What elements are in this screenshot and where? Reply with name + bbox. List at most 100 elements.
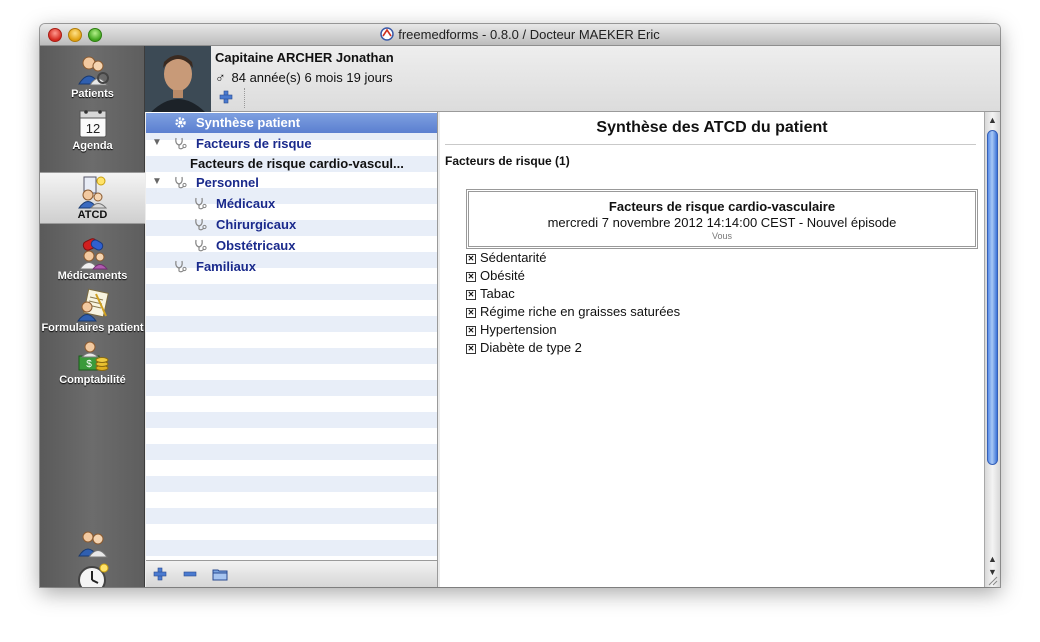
risk-factor-label: Sédentarité <box>480 250 547 265</box>
user-switch-button[interactable] <box>40 526 145 562</box>
window-title-container: freemedforms - 0.8.0 / Docteur MAEKER Er… <box>40 27 1000 42</box>
plus-icon <box>153 567 167 581</box>
patient-header: Capitaine ARCHER Jonathan ♂ 84 année(s) 6… <box>145 46 1000 112</box>
tree-row-label: Familiaux <box>196 259 256 274</box>
patients-icon <box>78 56 109 86</box>
stethoscope-icon <box>173 259 188 274</box>
summary-title: Synthèse des ATCD du patient <box>596 119 828 136</box>
summary-view: Synthèse des ATCD du patient Facteurs de… <box>440 112 984 587</box>
title-divider <box>445 144 976 145</box>
episode-user: Vous <box>711 231 733 241</box>
tree-row-surgical[interactable]: Chirurgicaux <box>146 215 437 235</box>
atcd-icon <box>78 176 108 209</box>
clock-icon <box>78 563 109 587</box>
expanded-triangle-icon[interactable]: ▼ <box>152 176 162 187</box>
tree-row-label: Médicaux <box>216 196 276 211</box>
title-bar[interactable]: freemedforms - 0.8.0 / Docteur MAEKER Er… <box>40 24 1000 46</box>
tree-row-label: Synthèse patient <box>196 115 301 130</box>
tree-toolbar <box>146 560 438 587</box>
plus-icon <box>219 90 233 104</box>
scroll-up-arrow-icon[interactable]: ▲ <box>988 115 997 125</box>
tree-row-medical[interactable]: Médicaux <box>146 194 437 214</box>
risk-factor-label: Diabète de type 2 <box>480 340 582 355</box>
tree-row-label: Facteurs de risque <box>196 136 312 151</box>
risk-factor-item: ✕ Régime riche en graisses saturées <box>466 304 680 322</box>
risk-factor-label: Hypertension <box>480 322 557 337</box>
accounting-icon: $ <box>78 341 109 371</box>
nav-patients[interactable]: Patients <box>40 50 145 102</box>
stethoscope-icon <box>193 238 208 253</box>
checked-box-icon: ✕ <box>466 344 476 354</box>
tree-row-label: Obstétricaux <box>216 238 296 253</box>
risk-factor-item: ✕ Tabac <box>466 286 680 304</box>
nav-patients-label: Patients <box>71 88 114 100</box>
freemedforms-app-icon <box>380 27 394 41</box>
gear-icon <box>173 115 188 130</box>
tree-row-label: Chirurgicaux <box>216 217 297 232</box>
risk-factor-label: Régime riche en graisses saturées <box>480 304 681 319</box>
section-heading: Facteurs de risque (1) <box>445 154 570 168</box>
app-window: freemedforms - 0.8.0 / Docteur MAEKER Er… <box>40 24 1000 587</box>
nav-agenda[interactable]: 12 Agenda <box>40 102 145 154</box>
add-identity-button[interactable] <box>219 90 233 104</box>
folder-icon <box>212 569 228 581</box>
patient-age: 84 année(s) 6 mois 19 jours <box>231 70 393 85</box>
window-title: freemedforms - 0.8.0 / Docteur MAEKER Er… <box>398 27 660 42</box>
nav-atcd[interactable]: ATCD <box>40 172 145 224</box>
patient-age-row: ♂ 84 année(s) 6 mois 19 jours <box>215 69 393 85</box>
checked-box-icon: ✕ <box>466 290 476 300</box>
male-gender-icon: ♂ <box>215 69 226 85</box>
nav-accounting[interactable]: $ Comptabilité <box>40 336 145 388</box>
episode-date: mercredi 7 novembre 2012 14:14:00 CEST -… <box>547 215 897 230</box>
add-episode-button[interactable] <box>152 566 168 582</box>
nav-agenda-label: Agenda <box>72 140 113 152</box>
svg-text:$: $ <box>86 359 92 370</box>
tree-row-risk-factors[interactable]: ▼ Facteurs de risque <box>146 134 437 154</box>
episode-title: Facteurs de risque cardio-vasculaire <box>608 199 836 214</box>
nav-medications-label: Médicaments <box>57 270 128 282</box>
risk-factor-item: ✕ Sédentarité <box>466 250 680 268</box>
tree-row-obstetric[interactable]: Obstétricaux <box>146 236 437 256</box>
user-switch-icon <box>78 531 108 558</box>
risk-factor-list: ✕ Sédentarité ✕ Obésité ✕ Tabac ✕ Régime ric… <box>466 250 680 358</box>
patient-avatar-icon <box>145 46 211 112</box>
tree-row-family[interactable]: Familiaux <box>146 257 437 277</box>
mode-sidebar: Patients 12 Agenda ATCD Médicaments Form… <box>40 46 145 587</box>
tree-row-cardio-risk[interactable]: Facteurs de risque cardio-vascul... <box>146 154 437 174</box>
remove-episode-button[interactable] <box>182 566 198 582</box>
episode-header-box: Facteurs de risque cardio-vasculaire mer… <box>466 189 978 249</box>
open-folder-button[interactable] <box>212 566 228 582</box>
checked-box-icon: ✕ <box>466 308 476 318</box>
tree-row-patient-summary[interactable]: Synthèse patient <box>146 113 437 133</box>
minus-icon <box>183 571 197 577</box>
stethoscope-icon <box>173 175 188 190</box>
clock-button[interactable] <box>40 562 145 587</box>
risk-factor-label: Tabac <box>480 286 515 301</box>
checked-box-icon: ✕ <box>466 326 476 336</box>
nav-patient-forms[interactable]: Formulaires patient <box>40 284 145 336</box>
risk-factor-item: ✕ Hypertension <box>466 322 680 340</box>
atcd-tree: Synthèse patient ▼ Facteurs de risque Fa… <box>146 112 438 560</box>
patient-photo[interactable] <box>145 46 211 112</box>
nav-patient-forms-label: Formulaires patient <box>41 322 144 334</box>
stethoscope-icon <box>173 136 188 151</box>
checked-box-icon: ✕ <box>466 272 476 282</box>
tree-row-label: Personnel <box>196 175 259 190</box>
scroll-up-arrow-bottom-icon[interactable]: ▲ <box>988 554 997 564</box>
resize-grip-icon[interactable] <box>986 573 998 586</box>
risk-factor-item: ✕ Diabète de type 2 <box>466 340 680 358</box>
expanded-triangle-icon[interactable]: ▼ <box>152 137 162 148</box>
risk-factor-item: ✕ Obésité <box>466 268 680 286</box>
summary-scrollbar[interactable]: ▲ ▲ ▼ <box>984 112 1000 587</box>
nav-atcd-label: ATCD <box>77 209 108 221</box>
header-toolbar-separator <box>244 88 245 108</box>
risk-factor-label: Obésité <box>480 268 525 283</box>
nav-medications[interactable]: Médicaments <box>40 232 145 284</box>
tree-row-personal[interactable]: ▼ Personnel <box>146 173 437 193</box>
agenda-icon: 12 <box>79 110 107 138</box>
scroll-thumb[interactable] <box>987 130 998 465</box>
nav-accounting-label: Comptabilité <box>59 374 126 386</box>
stethoscope-icon <box>193 196 208 211</box>
patient-forms-icon <box>77 288 109 322</box>
stethoscope-icon <box>193 217 208 232</box>
